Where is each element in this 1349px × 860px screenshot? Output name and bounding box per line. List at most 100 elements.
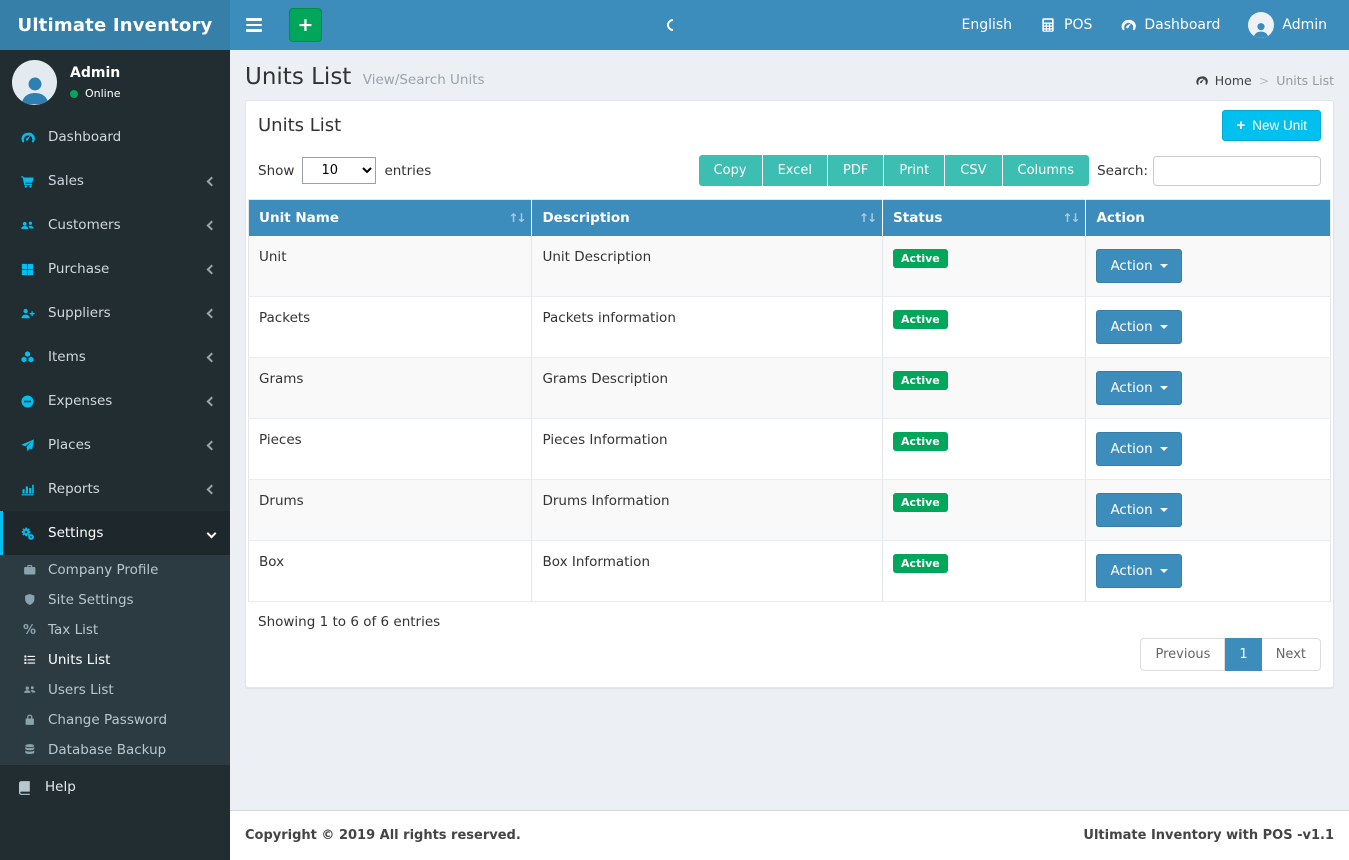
sidebar-toggle-button[interactable] <box>230 0 278 50</box>
table-header-row: Unit Name ↑↓ Description ↑↓ Status ↑↓ Ac… <box>249 200 1331 237</box>
columns-button[interactable]: Columns <box>1003 155 1090 186</box>
description-cell: Pieces Information <box>532 419 883 480</box>
page-title: Units List <box>245 64 351 90</box>
dashboard-link[interactable]: Dashboard <box>1120 17 1220 33</box>
action-dropdown-button[interactable]: Action <box>1096 432 1181 466</box>
table-row: Packets Packets information Active Actio… <box>249 297 1331 358</box>
new-unit-label: New Unit <box>1252 118 1307 133</box>
book-icon <box>15 780 34 795</box>
description-cell: Packets information <box>532 297 883 358</box>
unit-name-cell: Box <box>249 541 532 602</box>
sidebar-item-change-password[interactable]: Change Password <box>0 705 230 735</box>
copy-button[interactable]: Copy <box>699 155 763 186</box>
sidebar-item-site-settings[interactable]: Site Settings <box>0 585 230 615</box>
action-dropdown-button[interactable]: Action <box>1096 371 1181 405</box>
column-header-status[interactable]: Status ↑↓ <box>883 200 1086 237</box>
minus-circle-icon <box>18 394 37 409</box>
next-page-button[interactable]: Next <box>1262 638 1321 671</box>
calculator-icon <box>1040 17 1056 33</box>
unit-name-cell: Packets <box>249 297 532 358</box>
sort-icon: ↑↓ <box>859 211 875 225</box>
pdf-button[interactable]: PDF <box>828 155 884 186</box>
breadcrumb: Home > Units List <box>1195 64 1334 88</box>
sidebar-item-sales[interactable]: Sales <box>0 159 230 203</box>
chevron-down-icon <box>208 530 215 537</box>
column-header-description[interactable]: Description ↑↓ <box>532 200 883 237</box>
caret-down-icon <box>1160 264 1168 268</box>
sidebar-item-company-profile[interactable]: Company Profile <box>0 555 230 585</box>
table-info: Showing 1 to 6 of 6 entries <box>258 614 1321 630</box>
units-table: Unit Name ↑↓ Description ↑↓ Status ↑↓ Ac… <box>248 199 1331 602</box>
csv-button[interactable]: CSV <box>945 155 1002 186</box>
page-length-select[interactable]: 10 <box>302 157 376 184</box>
pagination: Previous 1 Next <box>258 638 1321 671</box>
table-row: Grams Grams Description Active Action <box>249 358 1331 419</box>
sidebar-item-help[interactable]: Help <box>0 765 230 809</box>
navbar-right-menu: English POS Dashboard Admin <box>961 12 1349 38</box>
caret-down-icon <box>1160 569 1168 573</box>
sidebar-item-label: Change Password <box>48 712 167 728</box>
sidebar-item-purchase[interactable]: Purchase <box>0 247 230 291</box>
action-dropdown-button[interactable]: Action <box>1096 249 1181 283</box>
caret-down-icon <box>1160 386 1168 390</box>
lock-icon <box>21 713 38 727</box>
tachometer-icon <box>1195 74 1208 87</box>
sidebar-item-items[interactable]: Items <box>0 335 230 379</box>
crescent-loading-icon <box>665 17 682 34</box>
breadcrumb-home-link[interactable]: Home <box>1215 73 1252 88</box>
sidebar-item-dashboard[interactable]: Dashboard <box>0 115 230 159</box>
avatar <box>1248 12 1274 38</box>
pos-link[interactable]: POS <box>1040 17 1092 33</box>
sidebar-item-customers[interactable]: Customers <box>0 203 230 247</box>
sidebar-item-label: Sales <box>48 173 84 189</box>
brand-logo[interactable]: Ultimate Inventory <box>0 0 230 50</box>
sidebar-item-reports[interactable]: Reports <box>0 467 230 511</box>
sidebar-item-units-list[interactable]: Units List <box>0 645 230 675</box>
paper-plane-icon <box>18 438 37 453</box>
quick-add-button[interactable]: + <box>289 8 322 42</box>
column-header-unit-name[interactable]: Unit Name ↑↓ <box>249 200 532 237</box>
sidebar-item-label: Settings <box>48 525 103 541</box>
sidebar-item-label: Company Profile <box>48 562 159 578</box>
sidebar-item-settings[interactable]: Settings <box>0 511 230 555</box>
print-button[interactable]: Print <box>884 155 945 186</box>
sidebar-item-database-backup[interactable]: Database Backup <box>0 735 230 765</box>
page-subtitle: View/Search Units <box>363 72 485 88</box>
sidebar-item-users-list[interactable]: Users List <box>0 675 230 705</box>
percent-icon: % <box>21 623 38 638</box>
language-menu[interactable]: English <box>961 17 1012 33</box>
sidebar-item-tax-list[interactable]: % Tax List <box>0 615 230 645</box>
cubes-icon <box>18 350 37 365</box>
sidebar-item-label: Units List <box>48 652 110 668</box>
sidebar-item-suppliers[interactable]: Suppliers <box>0 291 230 335</box>
action-dropdown-button[interactable]: Action <box>1096 554 1181 588</box>
new-unit-button[interactable]: + New Unit <box>1222 110 1321 141</box>
users-icon <box>21 683 38 697</box>
description-cell: Box Information <box>532 541 883 602</box>
chevron-left-icon <box>208 486 215 493</box>
table-row: Box Box Information Active Action <box>249 541 1331 602</box>
sort-icon: ↑↓ <box>1062 211 1078 225</box>
sidebar-item-label: Database Backup <box>48 742 166 758</box>
main-content: Units List View/Search Units Home > Unit… <box>230 0 1349 688</box>
previous-page-button[interactable]: Previous <box>1140 638 1225 671</box>
excel-button[interactable]: Excel <box>763 155 828 186</box>
unit-name-cell: Drums <box>249 480 532 541</box>
action-dropdown-button[interactable]: Action <box>1096 493 1181 527</box>
avatar <box>12 60 57 105</box>
sidebar-item-places[interactable]: Places <box>0 423 230 467</box>
grid-icon <box>18 262 37 277</box>
sidebar-item-expenses[interactable]: Expenses <box>0 379 230 423</box>
table-row: Unit Unit Description Active Action <box>249 236 1331 297</box>
user-menu[interactable]: Admin <box>1248 12 1327 38</box>
cart-icon <box>18 174 37 189</box>
sidebar-item-label: Site Settings <box>48 592 134 608</box>
page-number-button[interactable]: 1 <box>1225 638 1261 671</box>
search-input[interactable] <box>1153 156 1321 186</box>
unit-name-cell: Grams <box>249 358 532 419</box>
sidebar-item-label: Places <box>48 437 91 453</box>
tachometer-icon <box>1120 17 1136 33</box>
entries-label: entries <box>384 163 431 179</box>
action-dropdown-button[interactable]: Action <box>1096 310 1181 344</box>
chevron-left-icon <box>208 266 215 273</box>
